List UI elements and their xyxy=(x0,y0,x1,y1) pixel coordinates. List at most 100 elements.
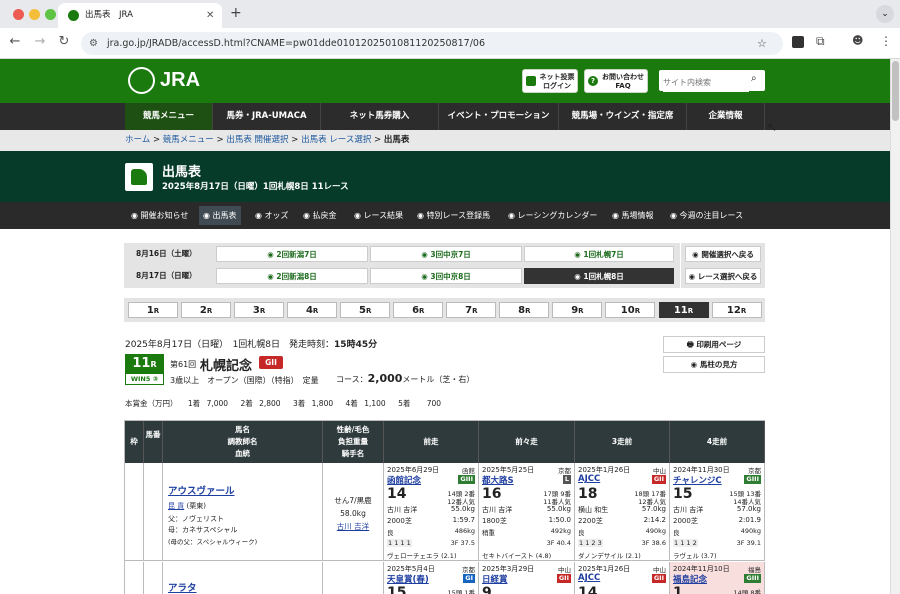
back-to-race-button[interactable]: ◉ レース選択へ戻る xyxy=(685,268,761,284)
faq-button[interactable]: ? お問い合わせ FAQ xyxy=(584,69,648,93)
subnav-featured[interactable]: ◉ 今週の注目レース xyxy=(666,206,747,225)
kebab-menu-icon[interactable]: ⋮ xyxy=(880,34,892,48)
jockey-link[interactable]: 古川 吉洋 xyxy=(323,521,383,532)
day-label-sun: 8月17日（日曜） xyxy=(136,271,197,280)
run-race-link[interactable]: 日経賞 xyxy=(482,573,508,585)
race-button-5[interactable]: 5R xyxy=(340,302,391,318)
run-horse-weight: 486kg xyxy=(454,527,475,535)
extension-icon[interactable] xyxy=(792,36,804,48)
jra-logo-icon[interactable] xyxy=(128,67,155,94)
close-window-button[interactable] xyxy=(13,9,24,20)
subnav-payout[interactable]: ◉ 払戻金 xyxy=(299,206,341,225)
race-button-unit: R xyxy=(153,307,160,315)
breadcrumb-race-select[interactable]: 出馬表 レース選択 xyxy=(301,135,371,145)
race-button-10[interactable]: 10R xyxy=(605,302,656,318)
meet-chukyo-8[interactable]: ◉ 3回中京8日 xyxy=(370,268,522,284)
reload-icon[interactable]: ↻ xyxy=(57,34,71,49)
run-weight: 57.0kg xyxy=(641,505,666,513)
nav-item-keiba-menu[interactable]: 競馬メニュー xyxy=(125,103,213,130)
meet-label: 3回中京8日 xyxy=(430,272,471,281)
jra-logo-text[interactable]: JRA xyxy=(160,69,200,92)
subnav-shutuba[interactable]: ◉ 出馬表 xyxy=(199,206,241,225)
race-button-7[interactable]: 7R xyxy=(446,302,497,318)
subnav-calendar[interactable]: ◉ レーシングカレンダー xyxy=(504,206,601,225)
search-icon[interactable]: ⌕ xyxy=(751,73,757,84)
subnav-odds[interactable]: ◉ オッズ xyxy=(251,206,293,225)
nav-item-baken[interactable]: 馬券・JRA-UMACA xyxy=(213,103,321,130)
subnav-results[interactable]: ◉ レース結果 xyxy=(350,206,407,225)
run-last3f: 3F 38.6 xyxy=(641,539,666,547)
back-arrow-icon[interactable]: ← xyxy=(8,34,22,49)
breadcrumb-keiba-menu[interactable]: 競馬メニュー xyxy=(163,135,214,145)
breadcrumb-home[interactable]: ホーム xyxy=(125,135,150,145)
run-condition: 稍重 xyxy=(482,529,495,537)
print-page-button[interactable]: 🖶 印刷用ページ xyxy=(663,336,765,353)
run-race-link[interactable]: チャレンジC xyxy=(673,474,722,486)
nav-item-racecourse[interactable]: 競馬場・ウインズ・指定席 xyxy=(559,103,687,130)
site-info-icon[interactable]: ⚙ xyxy=(89,32,98,55)
race-button-8[interactable]: 8R xyxy=(499,302,550,318)
start-time: 15時45分 xyxy=(334,340,378,350)
meet-niigata-8[interactable]: ◉ 2回新潟8日 xyxy=(216,268,368,284)
race-button-3[interactable]: 3R xyxy=(234,302,285,318)
past-run-cell: 2024年11月10日 福島 福島記念 GIII 1 14頭 8番 xyxy=(670,562,765,594)
address-bar[interactable]: ⚙ jra.go.jp/JRADB/accessD.html?CNAME=pw0… xyxy=(81,32,783,55)
subnav-track-info[interactable]: ◉ 馬場情報 xyxy=(608,206,658,225)
subnav-special-entries[interactable]: ◉ 特別レース登録馬 xyxy=(413,206,494,225)
bookmark-star-icon[interactable]: ☆ xyxy=(757,32,767,55)
puzzle-extensions-icon[interactable]: ⧉ xyxy=(816,34,825,49)
horse-cell: アラタ xyxy=(163,562,323,594)
new-tab-icon[interactable]: + xyxy=(230,5,242,21)
tab-close-icon[interactable]: ✕ xyxy=(206,3,214,28)
browser-tab[interactable]: 出馬表 JRA ✕ xyxy=(58,3,222,28)
nav-item-event[interactable]: イベント・プロモーション xyxy=(439,103,559,130)
run-grade-badge: GIII xyxy=(744,475,761,484)
run-race-link[interactable]: AJCC xyxy=(578,573,600,583)
scrollbar-thumb[interactable] xyxy=(892,61,899,121)
run-winner: ヴェローチェエラ (2.1) xyxy=(387,552,457,560)
incognito-icon[interactable]: ☻ xyxy=(852,34,863,47)
subnav-label: レース結果 xyxy=(363,211,404,220)
subnav-notice[interactable]: ◉ 開催お知らせ xyxy=(127,206,192,225)
meet-sapporo-7[interactable]: ◉ 1回札幌7日 xyxy=(524,246,674,262)
past-run-cell: 2025年1月26日 中山 AJCC GII 18 18頭 17番 12番人気 横山 和生 57… xyxy=(575,463,670,561)
race-button-6[interactable]: 6R xyxy=(393,302,444,318)
page-scrollbar[interactable] xyxy=(890,59,900,594)
race-button-12[interactable]: 12R xyxy=(711,302,762,318)
run-course: 函館 xyxy=(462,467,475,475)
race-button-2[interactable]: 2R xyxy=(181,302,232,318)
race-button-9[interactable]: 9R xyxy=(552,302,603,318)
minimize-window-button[interactable] xyxy=(29,9,40,20)
race-button-11[interactable]: 11R xyxy=(658,302,709,318)
race-button-4[interactable]: 4R xyxy=(287,302,338,318)
race-grade-badge: GII xyxy=(259,356,283,369)
run-place: 14 xyxy=(578,585,598,594)
net-vote-login-button[interactable]: ネット投票 ログイン xyxy=(522,69,578,93)
run-race-link[interactable]: 天皇賞(春) xyxy=(387,573,429,585)
race-button-1[interactable]: 1R xyxy=(128,302,178,318)
nav-item-net-baken[interactable]: ネット馬券購入 xyxy=(321,103,439,130)
meet-niigata-7[interactable]: ◉ 2回新潟7日 xyxy=(216,246,368,262)
how-to-read-label: 馬柱の見方 xyxy=(699,360,738,369)
forward-arrow-icon[interactable]: → xyxy=(33,34,47,49)
site-search-input[interactable] xyxy=(663,73,749,92)
meet-chukyo-7[interactable]: ◉ 3回中京7日 xyxy=(370,246,522,262)
horse-name-link[interactable]: アラタ xyxy=(168,580,197,594)
how-to-read-button[interactable]: ◉ 馬柱の見方 xyxy=(663,356,765,373)
day-label-sat: 8月16日（土曜） xyxy=(136,249,197,258)
zoom-window-button[interactable] xyxy=(45,9,56,20)
back-to-meet-button[interactable]: ◉ 開催選択へ戻る xyxy=(685,246,761,262)
meet-sapporo-8-selected[interactable]: ◉ 1回札幌8日 xyxy=(524,268,674,284)
tab-search-icon[interactable]: ⌄ xyxy=(876,5,894,23)
horse-name-link[interactable]: アウスヴァール xyxy=(168,483,235,497)
trainer-link[interactable]: 昆 貢 xyxy=(168,502,184,510)
run-race-link[interactable]: 都大路S xyxy=(482,474,514,486)
site-search-field[interactable]: ⌕ xyxy=(659,70,765,92)
run-race-link[interactable]: 福島記念 xyxy=(673,573,707,585)
nav-item-corporate[interactable]: 企業情報 xyxy=(687,103,765,130)
breadcrumb-meet-select[interactable]: 出馬表 開催選択 xyxy=(226,135,288,145)
url-text: jra.go.jp/JRADB/accessD.html?CNAME=pw01d… xyxy=(107,38,485,49)
run-race-link[interactable]: 函館記念 xyxy=(387,474,421,486)
race-conditions: 3歳以上 オープン（国際）（特指） 定量 xyxy=(170,376,319,385)
run-race-link[interactable]: AJCC xyxy=(578,474,600,484)
